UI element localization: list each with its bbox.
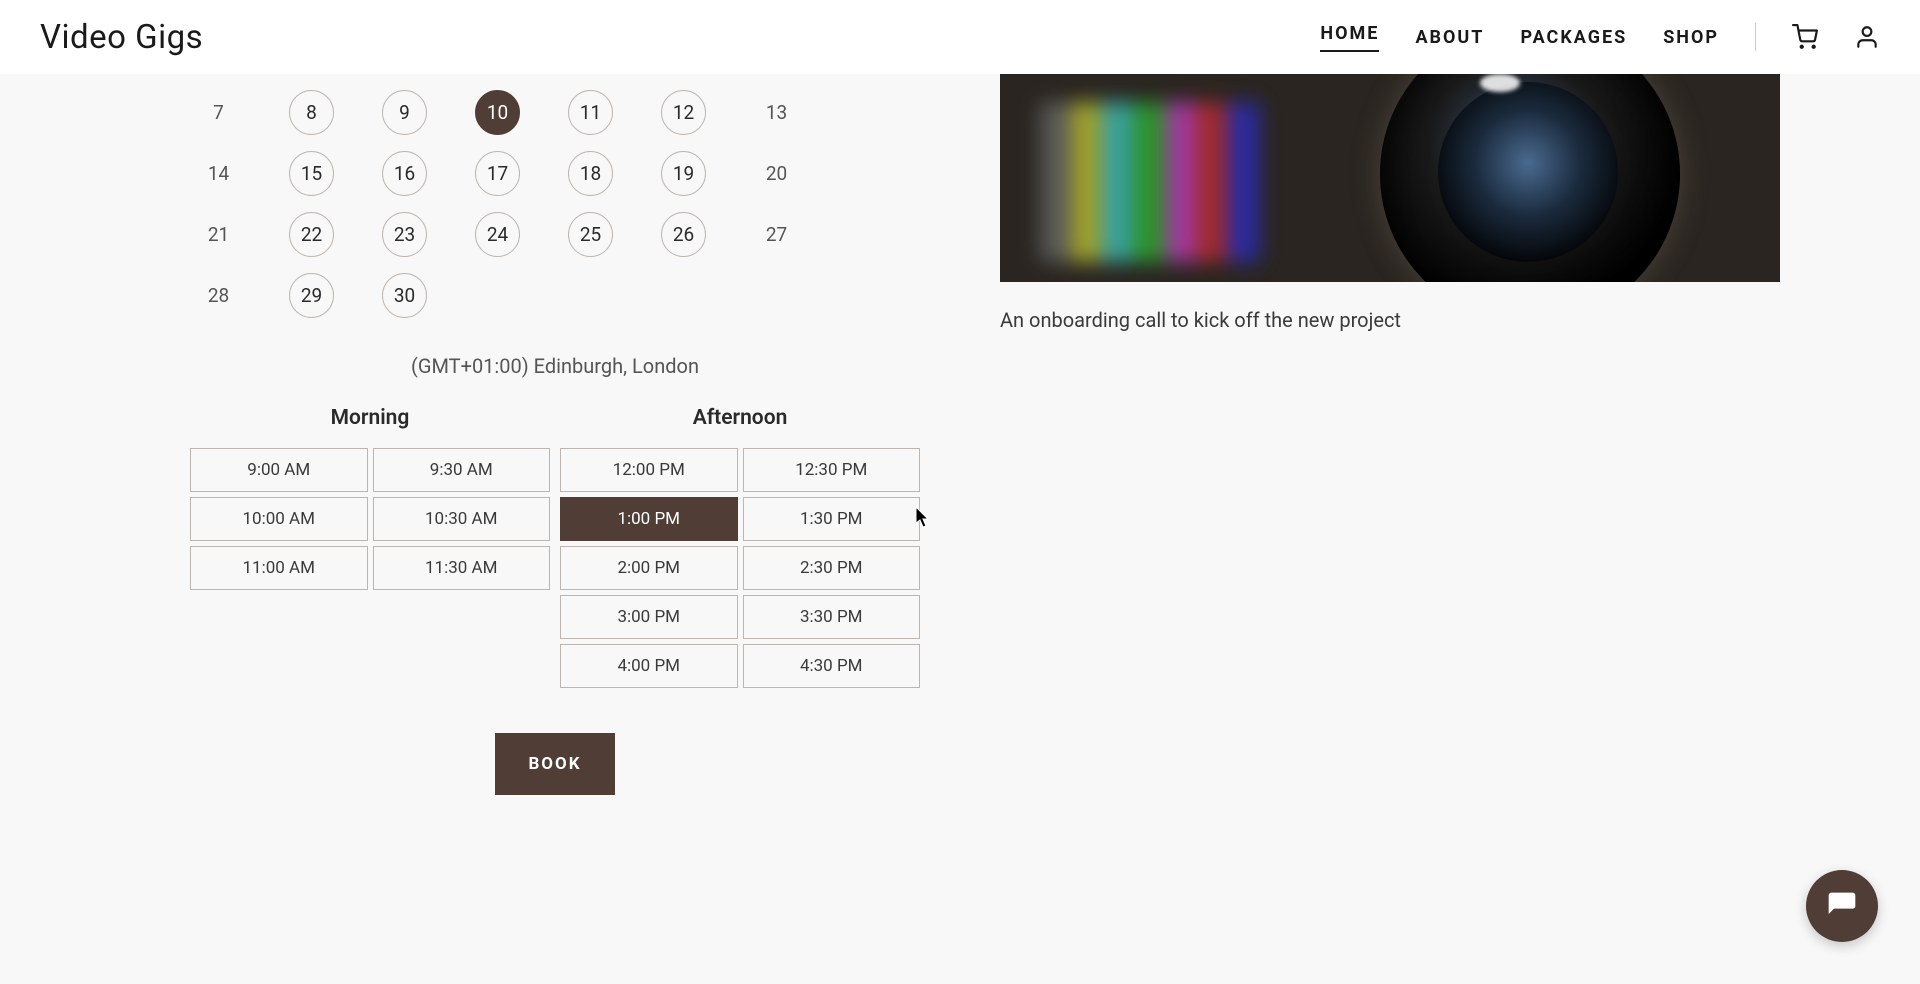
time-slot[interactable]: 2:30 PM (743, 546, 921, 590)
calendar-day-27: 27 (754, 212, 799, 257)
time-slot[interactable]: 11:30 AM (373, 546, 551, 590)
calendar-day-14: 14 (196, 151, 241, 196)
time-slot[interactable]: 10:30 AM (373, 497, 551, 541)
site-header: Video Gigs HOME ABOUT PACKAGES SHOP (0, 0, 1920, 74)
nav-home[interactable]: HOME (1320, 23, 1379, 52)
calendar-day-29[interactable]: 29 (289, 273, 334, 318)
info-panel: An onboarding call to kick off the new p… (1000, 74, 1920, 984)
time-slot[interactable]: 12:00 PM (560, 448, 738, 492)
calendar-day-24[interactable]: 24 (475, 212, 520, 257)
time-slot[interactable]: 11:00 AM (190, 546, 368, 590)
camera-lens-graphic (1380, 74, 1680, 282)
calendar-day-8[interactable]: 8 (289, 90, 334, 135)
calendar-day-22[interactable]: 22 (289, 212, 334, 257)
lens-highlight (1480, 74, 1520, 92)
book-button[interactable]: BOOK (495, 733, 615, 795)
time-slot[interactable]: 10:00 AM (190, 497, 368, 541)
morning-header: Morning (190, 406, 550, 430)
time-slot[interactable]: 4:30 PM (743, 644, 921, 688)
afternoon-slots: Afternoon 12:00 PM12:30 PM1:00 PM1:30 PM… (560, 406, 920, 688)
afternoon-header: Afternoon (560, 406, 920, 430)
time-slot[interactable]: 12:30 PM (743, 448, 921, 492)
time-slot[interactable]: 1:30 PM (743, 497, 921, 541)
time-slot[interactable]: 9:30 AM (373, 448, 551, 492)
main-content: 7891011121314151617181920212223242526272… (0, 0, 1920, 984)
calendar-day-15[interactable]: 15 (289, 151, 334, 196)
calendar-row: 7 8 9 10 11 12 13 (190, 90, 920, 135)
calendar-day-12[interactable]: 12 (661, 90, 706, 135)
calendar-day-19[interactable]: 19 (661, 151, 706, 196)
chat-button[interactable] (1806, 870, 1878, 942)
calendar-day-26[interactable]: 26 (661, 212, 706, 257)
calendar-day-10[interactable]: 10 (475, 90, 520, 135)
user-icon[interactable] (1854, 24, 1880, 50)
time-slot[interactable]: 2:00 PM (560, 546, 738, 590)
nav-divider (1755, 23, 1756, 51)
calendar-row: 21 22 23 24 25 26 27 (190, 212, 920, 257)
time-slot[interactable]: 3:30 PM (743, 595, 921, 639)
calendar-day-9[interactable]: 9 (382, 90, 427, 135)
time-slot[interactable]: 1:00 PM (560, 497, 738, 541)
hero-image (1000, 74, 1780, 282)
calendar-day-21: 21 (196, 212, 241, 257)
calendar-day-25[interactable]: 25 (568, 212, 613, 257)
calendar-day-18[interactable]: 18 (568, 151, 613, 196)
calendar-day-16[interactable]: 16 (382, 151, 427, 196)
calendar: 7891011121314151617181920212223242526272… (190, 90, 920, 318)
main-nav: HOME ABOUT PACKAGES SHOP (1320, 23, 1880, 52)
time-slot[interactable]: 9:00 AM (190, 448, 368, 492)
brand-logo[interactable]: Video Gigs (40, 18, 203, 57)
morning-slots: Morning 9:00 AM9:30 AM10:00 AM10:30 AM11… (190, 406, 550, 688)
calendar-row: 28 29 30 (190, 273, 920, 318)
calendar-day-23[interactable]: 23 (382, 212, 427, 257)
nav-packages[interactable]: PACKAGES (1520, 27, 1627, 48)
calendar-day-20: 20 (754, 151, 799, 196)
color-bars-graphic (1040, 102, 1260, 262)
calendar-day-7: 7 (196, 90, 241, 135)
calendar-day-28: 28 (196, 273, 241, 318)
booking-panel: 7891011121314151617181920212223242526272… (0, 74, 1000, 984)
cart-icon[interactable] (1792, 24, 1818, 50)
calendar-day-30[interactable]: 30 (382, 273, 427, 318)
timezone-label: (GMT+01:00) Edinburgh, London (190, 354, 920, 378)
time-slots: Morning 9:00 AM9:30 AM10:00 AM10:30 AM11… (190, 406, 920, 688)
time-slot[interactable]: 3:00 PM (560, 595, 738, 639)
calendar-day-17[interactable]: 17 (475, 151, 520, 196)
nav-shop[interactable]: SHOP (1663, 27, 1719, 48)
calendar-row: 14 15 16 17 18 19 20 (190, 151, 920, 196)
time-slot[interactable]: 4:00 PM (560, 644, 738, 688)
chat-icon (1826, 890, 1858, 922)
service-caption: An onboarding call to kick off the new p… (1000, 308, 1780, 332)
calendar-day-11[interactable]: 11 (568, 90, 613, 135)
nav-about[interactable]: ABOUT (1415, 27, 1484, 48)
calendar-day-13: 13 (754, 90, 799, 135)
